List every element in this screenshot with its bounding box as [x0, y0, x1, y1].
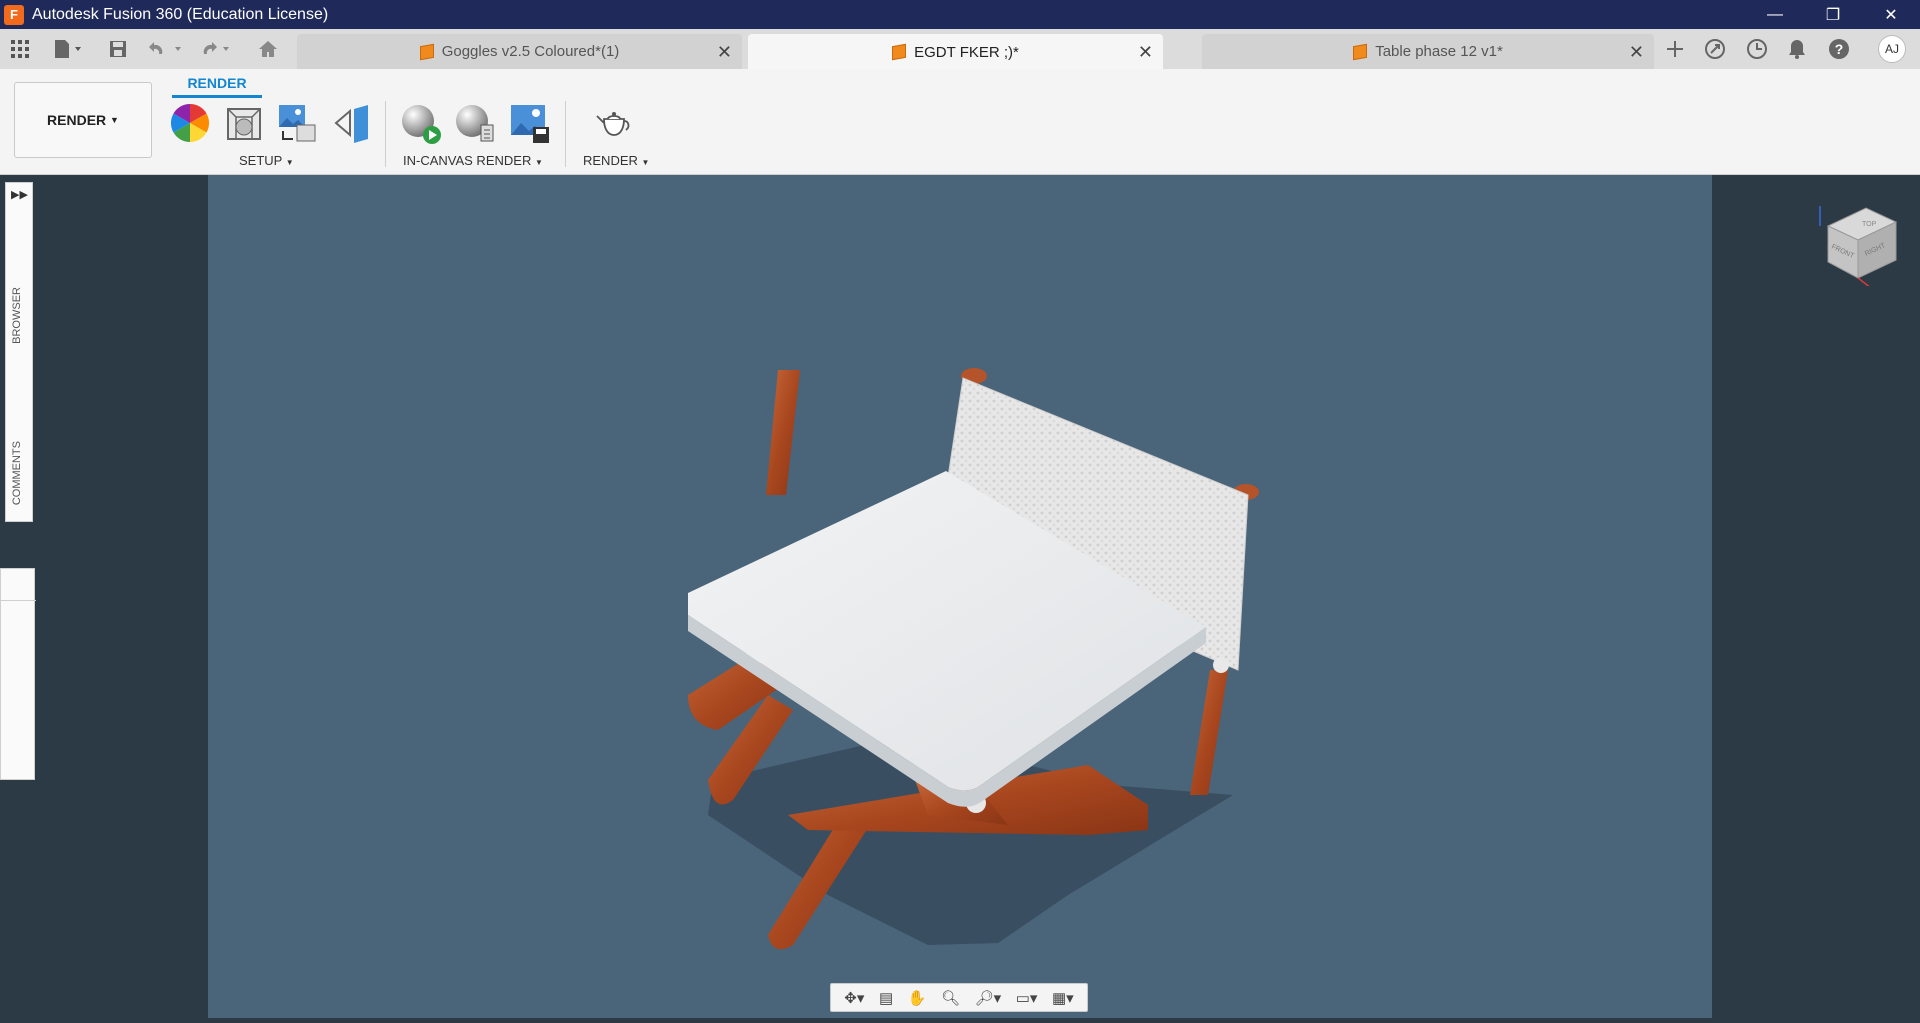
fit-zoom-icon[interactable]: 🔎︎▾: [975, 989, 1002, 1007]
viewcube-top-label: TOP: [1862, 221, 1877, 228]
new-tab-plus-icon[interactable]: [1662, 36, 1688, 62]
notifications-bell-icon[interactable]: [1784, 36, 1810, 62]
toolbar-ribbon: RENDER ▼ RENDER SETUP ▼ IN-CANVAS RENDER…: [0, 69, 1920, 175]
tab-render[interactable]: RENDER: [172, 75, 262, 98]
navigation-toolbar: ✥▾ ▤ ✋ 🔍︎ 🔎︎▾ ▭▾ ▦▾: [830, 983, 1088, 1012]
title-bar: F Autodesk Fusion 360 (Education License…: [0, 0, 1920, 29]
extensions-icon[interactable]: [1702, 36, 1728, 62]
workspace-switcher-button[interactable]: RENDER ▼: [14, 82, 152, 158]
tab-table-phase[interactable]: Table phase 12 v1* ✕: [1202, 34, 1654, 69]
tab-egdt-fker[interactable]: EGDT FKER ;)* ✕: [748, 34, 1163, 70]
chair-model: [688, 368, 1259, 950]
home-icon[interactable]: [256, 37, 280, 61]
close-window-button[interactable]: ✕: [1862, 0, 1920, 29]
expand-panel-icon[interactable]: ▶▶: [11, 188, 28, 201]
tab-label: Goggles v2.5 Coloured*(1): [441, 43, 620, 60]
ribbon-separator: [385, 101, 386, 167]
user-avatar[interactable]: AJ: [1878, 35, 1906, 63]
setup-group-label[interactable]: SETUP ▼: [239, 153, 294, 168]
view-cube[interactable]: TOP FRONT RIGHT: [1816, 196, 1898, 289]
pan-hand-icon[interactable]: ✋: [908, 989, 927, 1007]
design-cube-icon: [892, 43, 907, 61]
save-icon[interactable]: [106, 37, 130, 61]
minimize-button[interactable]: —: [1746, 0, 1804, 29]
appearance-color-wheel-icon[interactable]: [170, 103, 210, 143]
display-settings-icon[interactable]: ▭▾: [1016, 989, 1038, 1007]
render-canvas[interactable]: [208, 175, 1712, 1018]
zoom-icon[interactable]: 🔍︎: [941, 989, 960, 1007]
data-panel-grid-icon[interactable]: [8, 37, 32, 61]
left-collapsed-panels: ▶▶ BROWSER COMMENTS: [5, 182, 33, 522]
capture-image-icon[interactable]: [509, 103, 549, 143]
rear-right-post: [1190, 670, 1228, 795]
ribbon-separator: [565, 101, 566, 167]
in-canvas-render-group-label[interactable]: IN-CANVAS RENDER ▼: [403, 153, 543, 168]
help-icon[interactable]: ?: [1826, 36, 1852, 62]
right-canvas-margin: [1712, 175, 1920, 1018]
tab-label: Table phase 12 v1*: [1375, 43, 1503, 60]
close-tab-icon[interactable]: ✕: [1629, 42, 1644, 63]
design-cube-icon: [1353, 43, 1368, 60]
file-menu-icon[interactable]: [50, 37, 86, 61]
tab-goggles[interactable]: Goggles v2.5 Coloured*(1) ✕: [297, 34, 742, 69]
render-teapot-icon[interactable]: [594, 103, 638, 143]
left-back-post: [766, 370, 800, 495]
panel-divider: [1, 600, 36, 601]
comments-panel-tab[interactable]: COMMENTS: [11, 441, 23, 505]
design-cube-icon: [419, 43, 434, 60]
fusion-app-icon: F: [4, 4, 24, 25]
scene-settings-icon[interactable]: [224, 103, 264, 143]
in-canvas-render-start-icon[interactable]: [400, 103, 441, 144]
look-at-icon[interactable]: ▤: [879, 989, 893, 1007]
redo-icon[interactable]: [196, 37, 236, 61]
render-group-label[interactable]: RENDER ▼: [583, 153, 649, 168]
hinge-bolt: [1213, 657, 1229, 673]
texture-map-icon[interactable]: [277, 103, 317, 143]
close-tab-icon[interactable]: ✕: [1138, 42, 1153, 63]
undo-icon[interactable]: [146, 37, 186, 61]
close-tab-icon[interactable]: ✕: [717, 42, 732, 63]
document-tab-bar: Goggles v2.5 Coloured*(1) ✕ EGDT FKER ;)…: [0, 29, 1920, 70]
decal-icon[interactable]: [332, 103, 372, 143]
grid-settings-icon[interactable]: ▦▾: [1052, 989, 1074, 1007]
restore-button[interactable]: ❐: [1804, 0, 1862, 29]
in-canvas-render-settings-icon[interactable]: [454, 103, 494, 143]
left-side-panel: [0, 568, 36, 780]
job-status-clock-icon[interactable]: [1744, 36, 1770, 62]
workspace-label: RENDER: [47, 112, 107, 128]
window-title: Autodesk Fusion 360 (Education License): [32, 5, 329, 23]
browser-panel-tab[interactable]: BROWSER: [11, 287, 23, 344]
tab-label: EGDT FKER ;)*: [914, 43, 1019, 61]
svg-text:?: ?: [1835, 41, 1844, 57]
orbit-icon[interactable]: ✥▾: [844, 989, 864, 1007]
